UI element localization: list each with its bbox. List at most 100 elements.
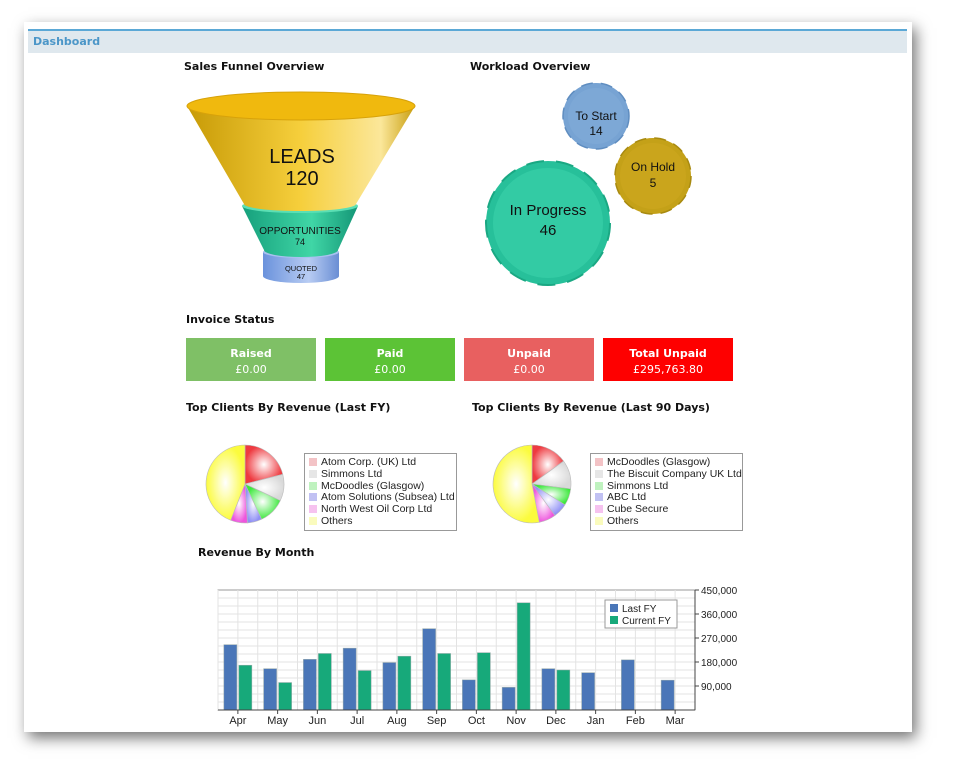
raised-label: Raised	[230, 347, 272, 360]
x-tick-label: Dec	[546, 715, 566, 727]
y-tick-label: 270,000	[701, 634, 738, 645]
x-tick-label: Jun	[309, 715, 327, 727]
unpaid-box[interactable]: Unpaid £0.00	[464, 338, 594, 381]
legend-item: Atom Solutions (Subsea) Ltd	[305, 491, 456, 503]
legend-label: Atom Solutions (Subsea) Ltd	[321, 491, 455, 504]
legend-last-90-days: McDoodles (Glasgow) The Biscuit Company U…	[590, 453, 743, 531]
legend-swatch	[309, 469, 317, 478]
in-progress-label: In Progress	[510, 202, 587, 219]
pie-chart-last-fy[interactable]	[203, 442, 287, 526]
legend-label: McDoodles (Glasgow)	[607, 456, 711, 468]
paid-value: £0.00	[374, 363, 406, 376]
bar[interactable]	[422, 628, 436, 711]
bar[interactable]	[462, 679, 476, 711]
dashboard-header: Dashboard	[28, 29, 907, 53]
legend-item: Simmons Ltd	[591, 480, 742, 492]
total-unpaid-box[interactable]: Total Unpaid £295,763.80	[603, 338, 733, 381]
legend-label: North West Oil Corp Ltd	[321, 503, 433, 516]
gear-to-start[interactable]: To Start 14	[562, 82, 630, 150]
funnel-leads-top	[186, 91, 416, 121]
x-tick-label: Feb	[626, 715, 645, 727]
revenue-by-month-title: Revenue By Month	[198, 546, 315, 559]
y-tick-label: 450,000	[701, 586, 738, 597]
workload-title: Workload Overview	[470, 60, 591, 73]
gear-in-progress[interactable]: In Progress 46	[485, 160, 611, 286]
to-start-value: 14	[589, 124, 603, 138]
legend-last-fy: Atom Corp. (UK) Ltd Simmons Ltd McDoodles …	[304, 453, 457, 531]
bar[interactable]	[278, 682, 292, 711]
legend-swatch	[309, 493, 317, 502]
gear-on-hold[interactable]: On Hold 5	[614, 137, 692, 215]
funnel-quoted-value: 47	[297, 272, 305, 281]
top-clients-fy-title: Top Clients By Revenue (Last FY)	[186, 401, 391, 414]
bar[interactable]	[660, 679, 675, 711]
funnel-leads-label: LEADS	[269, 146, 335, 168]
legend-swatch	[595, 493, 603, 502]
bar-legend-swatch	[610, 604, 618, 612]
legend-item: Atom Corp. (UK) Ltd	[305, 456, 456, 468]
sales-funnel-title: Sales Funnel Overview	[184, 60, 325, 73]
workload-chart[interactable]: To Start 14 On Hold 5 In Progress 46	[465, 80, 715, 295]
pie-chart-last-90-days[interactable]	[490, 442, 574, 526]
legend-swatch	[595, 516, 603, 525]
x-tick-label: Jul	[350, 715, 364, 727]
bar[interactable]	[501, 687, 516, 711]
bar[interactable]	[516, 602, 531, 711]
funnel-opportunities-label: OPPORTUNITIES	[259, 226, 341, 237]
bar[interactable]	[541, 668, 556, 711]
funnel-leads-value: 120	[285, 168, 318, 190]
unpaid-value: £0.00	[513, 363, 545, 376]
bar[interactable]	[238, 664, 253, 711]
bar[interactable]	[382, 662, 397, 711]
legend-item: Others	[591, 515, 742, 527]
bar[interactable]	[397, 655, 412, 711]
paid-label: Paid	[376, 347, 404, 360]
bar[interactable]	[621, 659, 635, 711]
bar-legend-label: Last FY	[622, 604, 657, 615]
legend-item: The Biscuit Company UK Ltd	[591, 468, 742, 480]
total-unpaid-label: Total Unpaid	[629, 347, 707, 360]
legend-swatch	[595, 505, 603, 514]
bar[interactable]	[581, 672, 595, 711]
legend-label: McDoodles (Glasgow)	[321, 479, 425, 492]
x-tick-label: May	[267, 715, 288, 727]
legend-label: Others	[607, 514, 639, 527]
sales-funnel-chart[interactable]: LEADS 120 OPPORTUNITIES 74 QUOTED 47	[180, 90, 430, 290]
bar[interactable]	[223, 644, 238, 711]
legend-item: North West Oil Corp Ltd	[305, 503, 456, 515]
legend-swatch	[595, 469, 603, 478]
bar[interactable]	[342, 647, 357, 711]
legend-label: ABC Ltd	[607, 491, 647, 504]
unpaid-label: Unpaid	[507, 347, 551, 360]
legend-swatch	[595, 481, 603, 490]
x-tick-label: Jan	[587, 715, 605, 727]
funnel-opportunities-value: 74	[295, 237, 305, 247]
x-tick-label: Oct	[468, 715, 485, 727]
revenue-by-month-chart[interactable]: 90,000 180,000 270,000 360,000 450,000 Apr May…	[200, 580, 740, 730]
bar[interactable]	[263, 668, 277, 711]
raised-box[interactable]: Raised £0.00	[186, 338, 316, 381]
x-tick-label: Mar	[666, 715, 685, 727]
invoice-status-title: Invoice Status	[186, 313, 275, 326]
bar[interactable]	[477, 652, 491, 711]
legend-item: Cube Secure	[591, 503, 742, 515]
legend-swatch	[309, 505, 317, 514]
bar[interactable]	[437, 653, 451, 711]
bar[interactable]	[357, 670, 372, 711]
legend-swatch	[309, 516, 317, 525]
x-tick-label: Sep	[427, 715, 447, 727]
legend-label: The Biscuit Company UK Ltd	[607, 467, 742, 480]
y-tick-label: 360,000	[701, 610, 738, 621]
bar[interactable]	[318, 653, 332, 711]
page-title: Dashboard	[33, 35, 101, 48]
x-tick-label: Apr	[229, 715, 246, 727]
paid-box[interactable]: Paid £0.00	[325, 338, 455, 381]
bar[interactable]	[303, 659, 317, 711]
to-start-label: To Start	[575, 109, 617, 123]
bar[interactable]	[556, 669, 571, 711]
y-tick-label: 180,000	[701, 658, 738, 669]
in-progress-value: 46	[540, 222, 557, 239]
legend-label: Others	[321, 514, 353, 527]
bar-legend-label: Current FY	[622, 616, 671, 627]
on-hold-value: 5	[650, 176, 657, 190]
